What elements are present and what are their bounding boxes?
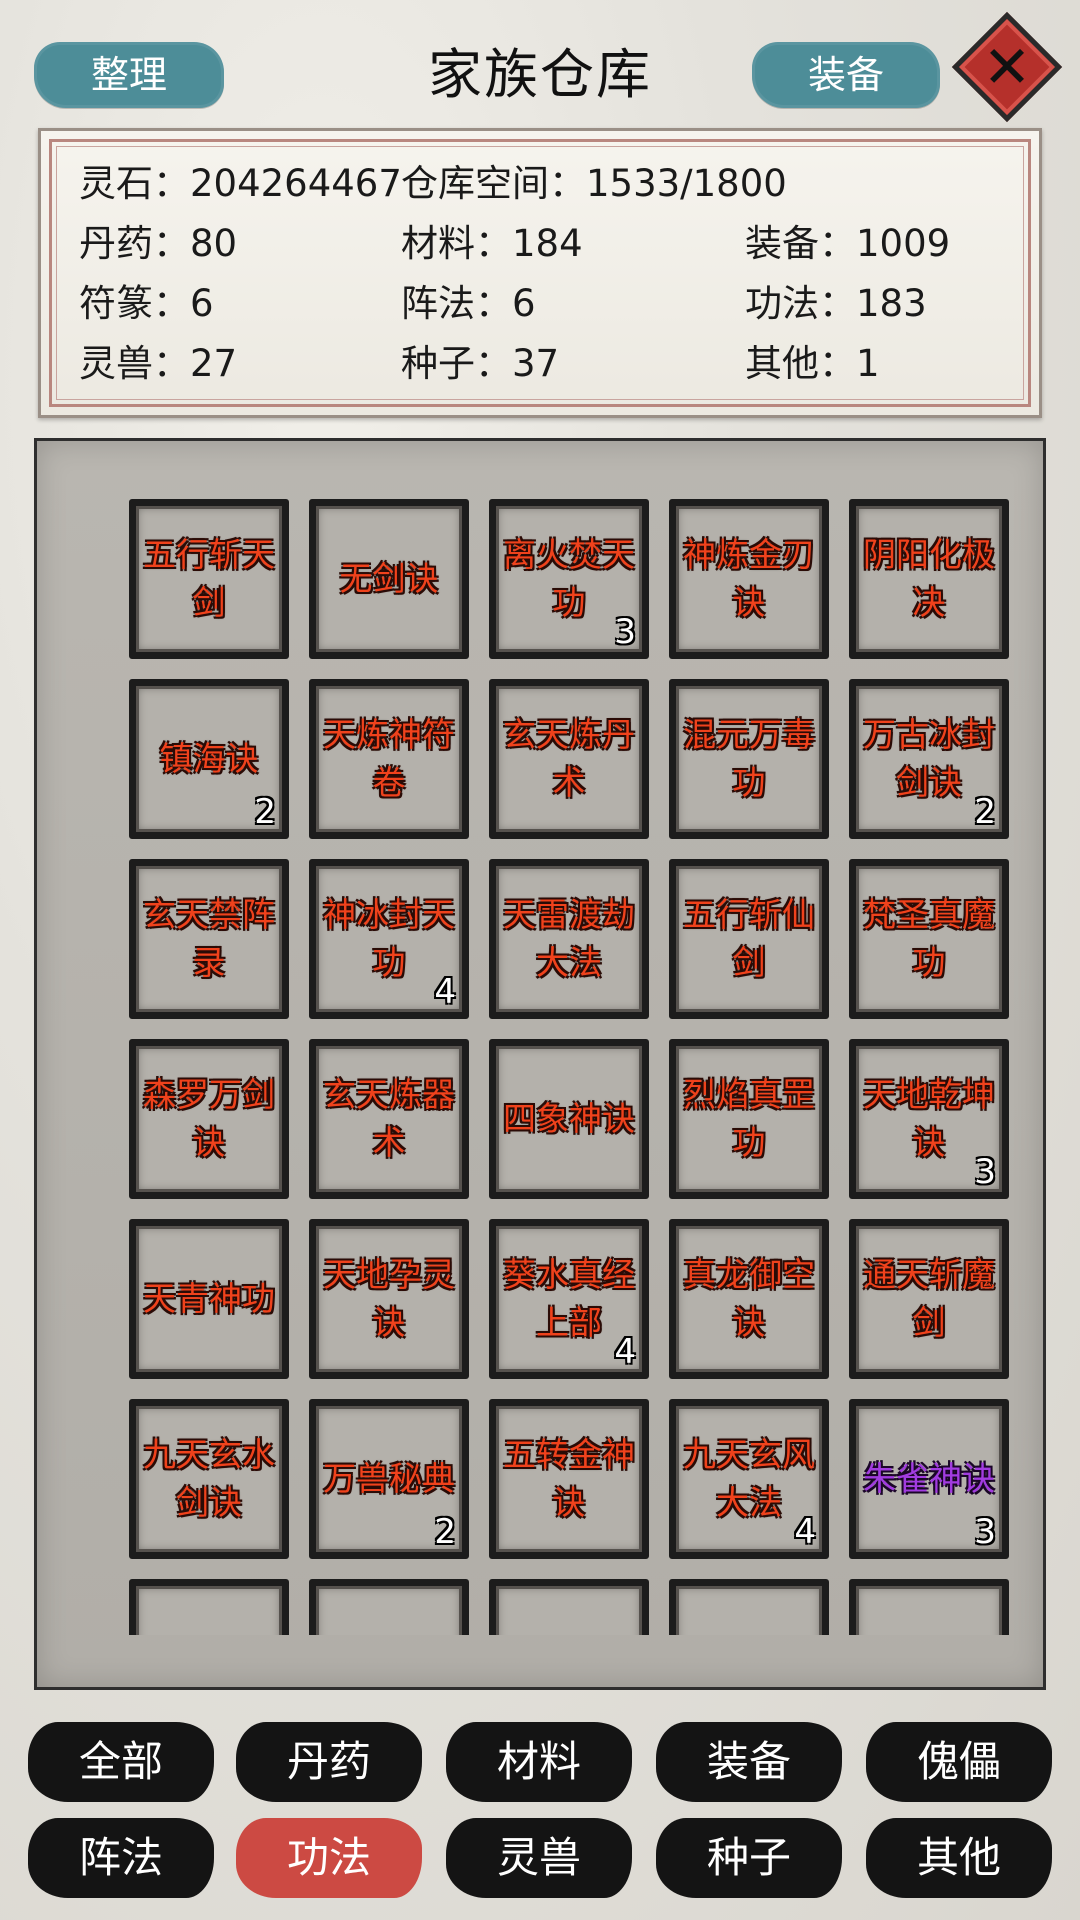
item-slot[interactable]: 通天斩魔剑 <box>849 1219 1009 1379</box>
item-name: 无剑诀 <box>339 559 439 598</box>
talismans-count: 符篆：6 <box>79 282 214 325</box>
sort-button[interactable]: 整理 <box>34 42 224 108</box>
item-slot[interactable] <box>669 1579 829 1635</box>
materials-count: 材料：184 <box>401 222 583 265</box>
item-slot[interactable]: 万古冰封剑诀 2 <box>849 679 1009 839</box>
item-slot[interactable]: 玄天炼丹术 <box>489 679 649 839</box>
item-slot[interactable]: 葵水真经上部 4 <box>489 1219 649 1379</box>
seeds-count: 种子：37 <box>401 342 560 385</box>
item-name: 九天玄水剑诀 <box>143 1435 275 1522</box>
item-name: 阴阳化极决 <box>863 535 995 622</box>
spirit-stone-count: 灵石：204264467 <box>79 162 402 205</box>
item-slot[interactable]: 神炼金刃诀 <box>669 499 829 659</box>
tab-tabs_row2-0[interactable]: 阵法 <box>28 1818 214 1898</box>
item-slot[interactable]: 天青神功 <box>129 1219 289 1379</box>
item-count: 4 <box>794 1512 816 1552</box>
item-slot[interactable]: 镇海诀 2 <box>129 679 289 839</box>
item-name: 玄天禁阵录 <box>143 895 275 982</box>
item-name: 五转金神诀 <box>503 1435 635 1522</box>
item-count: 4 <box>614 1332 636 1372</box>
tab-tabs_row2-2[interactable]: 灵兽 <box>446 1818 632 1898</box>
item-count: 3 <box>974 1152 996 1192</box>
item-slot[interactable]: 阴阳化极决 <box>849 499 1009 659</box>
item-name: 天地孕灵诀 <box>323 1255 455 1342</box>
item-slot[interactable]: 离火焚天功 3 <box>489 499 649 659</box>
beasts-count: 灵兽：27 <box>79 342 238 385</box>
formations-count: 阵法：6 <box>401 282 536 325</box>
item-slot[interactable]: 万兽秘典 2 <box>309 1399 469 1559</box>
item-name: 烈焰真罡功 <box>683 1075 815 1162</box>
item-name: 五行斩天剑 <box>143 535 275 622</box>
item-slot[interactable]: 五行斩仙剑 <box>669 859 829 1019</box>
techniques-count: 功法：183 <box>745 282 927 325</box>
pills-count: 丹药：80 <box>79 222 238 265</box>
item-slot[interactable]: 天地乾坤诀 3 <box>849 1039 1009 1199</box>
item-name: 五行斩仙剑 <box>683 895 815 982</box>
item-name: 天青神功 <box>143 1279 275 1318</box>
equipment-count: 装备：1009 <box>745 222 951 265</box>
item-count: 2 <box>974 792 996 832</box>
item-slot[interactable]: 天火炼神 <box>489 1579 649 1635</box>
tab-tabs_row1-2[interactable]: 材料 <box>446 1722 632 1802</box>
item-slot[interactable]: 五转金神诀 <box>489 1399 649 1559</box>
item-slot[interactable]: 玄龟镇灵 <box>129 1579 289 1635</box>
item-slot[interactable]: 撼地通天 <box>309 1579 469 1635</box>
equip-button[interactable]: 装备 <box>752 42 940 108</box>
item-name: 森罗万剑诀 <box>143 1075 275 1162</box>
item-count: 4 <box>434 972 456 1012</box>
warehouse-stats-panel: 灵石：204264467 仓库空间：1533/1800 丹药：80 材料：184… <box>38 128 1042 418</box>
item-slot[interactable]: 五行斩天剑 <box>129 499 289 659</box>
tab-tabs_row1-3[interactable]: 装备 <box>656 1722 842 1802</box>
item-slot[interactable]: 朱雀神诀 3 <box>849 1399 1009 1559</box>
tab-tabs_row2-4[interactable]: 其他 <box>866 1818 1052 1898</box>
item-slot[interactable]: 天地孕灵诀 <box>309 1219 469 1379</box>
item-name: 玄天炼器术 <box>323 1075 455 1162</box>
item-grid[interactable]: 五行斩天剑 无剑诀 离火焚天功 3 神炼金刃诀 阴阳化极决镇海诀 2 天炼神符卷 玄天炼丹术 混元… <box>93 499 1013 1635</box>
item-slot[interactable]: 混元万毒功 <box>669 679 829 839</box>
item-slot[interactable]: 天炼神符卷 <box>309 679 469 839</box>
other-count: 其他：1 <box>745 342 880 385</box>
item-count: 3 <box>974 1512 996 1552</box>
item-slot[interactable]: 天雷渡劫大法 <box>489 859 649 1019</box>
item-name: 天雷渡劫大法 <box>503 895 635 982</box>
item-slot[interactable]: 九天玄风大法 4 <box>669 1399 829 1559</box>
tab-tabs_row2-3[interactable]: 种子 <box>656 1818 842 1898</box>
item-slot[interactable] <box>849 1579 1009 1635</box>
close-x-icon: ✕ <box>982 33 1032 101</box>
item-count: 3 <box>614 612 636 652</box>
item-slot[interactable]: 无剑诀 <box>309 499 469 659</box>
item-slot[interactable]: 真龙御空诀 <box>669 1219 829 1379</box>
item-slot[interactable]: 神冰封天功 4 <box>309 859 469 1019</box>
close-button[interactable]: ✕ <box>951 11 1063 123</box>
item-name: 万兽秘典 <box>323 1459 455 1498</box>
item-name: 真龙御空诀 <box>683 1255 815 1342</box>
item-name: 通天斩魔剑 <box>863 1255 995 1342</box>
item-name: 混元万毒功 <box>683 715 815 802</box>
item-name: 梵圣真魔功 <box>863 895 995 982</box>
header: 整理 家族仓库 装备 ✕ <box>0 0 1080 130</box>
item-slot[interactable]: 梵圣真魔功 <box>849 859 1009 1019</box>
tab-tabs_row1-4[interactable]: 傀儡 <box>866 1722 1052 1802</box>
storage-capacity: 仓库空间：1533/1800 <box>401 162 787 205</box>
item-grid-panel: 五行斩天剑 无剑诀 离火焚天功 3 神炼金刃诀 阴阳化极决镇海诀 2 天炼神符卷 玄天炼丹术 混元… <box>34 438 1046 1690</box>
item-count: 2 <box>434 1512 456 1552</box>
item-name: 镇海诀 <box>159 739 259 778</box>
item-name: 天炼神符卷 <box>323 715 455 802</box>
item-slot[interactable]: 森罗万剑诀 <box>129 1039 289 1199</box>
tab-tabs_row2-1[interactable]: 功法 <box>236 1818 422 1898</box>
item-name: 神炼金刃诀 <box>683 535 815 622</box>
page-title: 家族仓库 <box>428 43 652 106</box>
item-name: 朱雀神诀 <box>863 1459 995 1498</box>
item-count: 2 <box>254 792 276 832</box>
item-slot[interactable]: 四象神诀 <box>489 1039 649 1199</box>
tab-tabs_row1-0[interactable]: 全部 <box>28 1722 214 1802</box>
tab-tabs_row1-1[interactable]: 丹药 <box>236 1722 422 1802</box>
item-name: 四象神诀 <box>503 1099 635 1138</box>
item-slot[interactable]: 玄天禁阵录 <box>129 859 289 1019</box>
item-slot[interactable]: 玄天炼器术 <box>309 1039 469 1199</box>
item-name: 玄天炼丹术 <box>503 715 635 802</box>
item-slot[interactable]: 烈焰真罡功 <box>669 1039 829 1199</box>
item-slot[interactable]: 九天玄水剑诀 <box>129 1399 289 1559</box>
